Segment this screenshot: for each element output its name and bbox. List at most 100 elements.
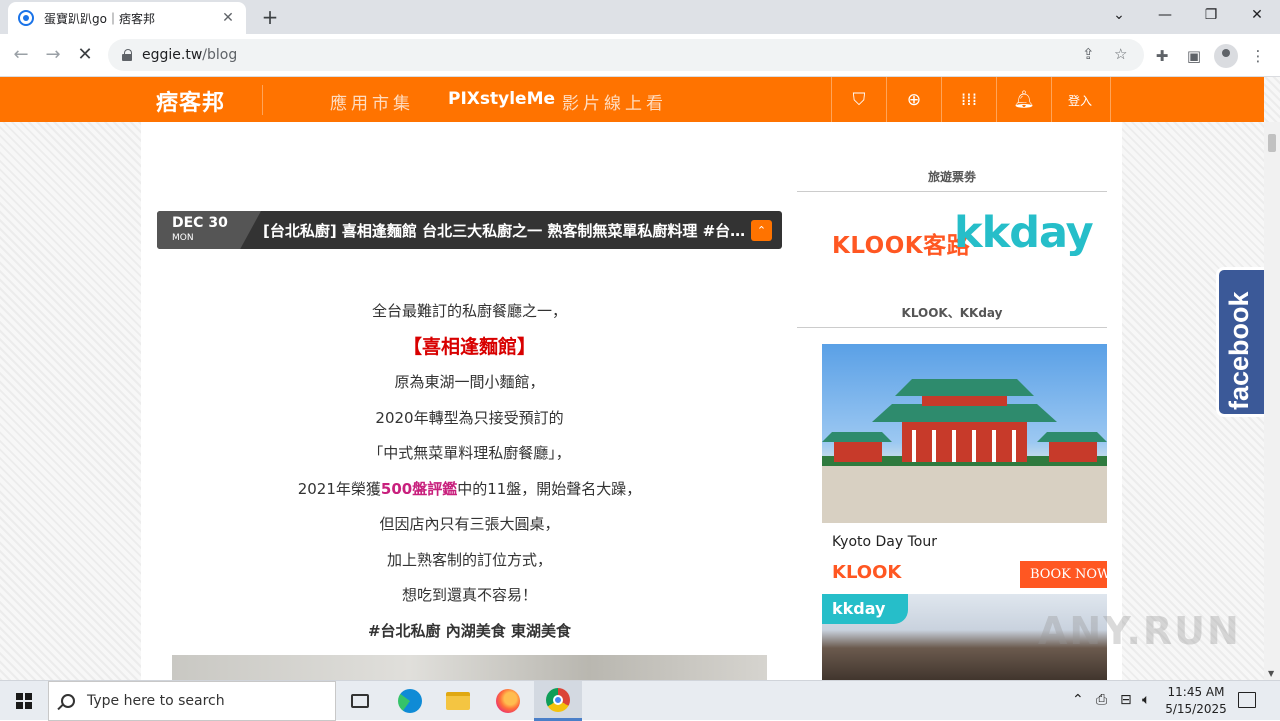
- nav-video[interactable]: 影片線上看: [562, 89, 667, 114]
- clock-time: 11:45 AM: [1167, 685, 1225, 699]
- firefox-icon: [496, 689, 520, 713]
- page-viewport: DEC 30 MON [台北私廚] 喜相逢麵館 台北三大私廚之一 熟客制無菜單私…: [0, 77, 1280, 680]
- article-line: 加上熟客制的訂位方式，: [386, 550, 552, 569]
- zoom-icon: ⊕: [906, 90, 922, 110]
- chrome-menu-icon[interactable]: ⋮: [1248, 46, 1268, 66]
- clock-date: 5/15/2025: [1165, 702, 1227, 716]
- nav-pixstyleme[interactable]: PIXstyleMe: [448, 89, 555, 109]
- login-link[interactable]: 登入: [1068, 92, 1092, 109]
- header-cell-zoom[interactable]: ⊕: [886, 77, 941, 122]
- folder-icon: [446, 692, 470, 710]
- klook-ad-card[interactable]: Kyoto Day Tour KLOOK BOOK NOW: [822, 344, 1107, 594]
- edge-icon: [398, 689, 422, 713]
- book-now-button[interactable]: BOOK NOW: [1020, 561, 1107, 588]
- article-line: 原為東湖一間小麵館，: [394, 373, 545, 391]
- article-line: 2020年轉型為只接受預訂的: [375, 408, 564, 427]
- close-window-button[interactable]: ✕: [1234, 4, 1280, 28]
- chrome-icon: [546, 687, 570, 712]
- article-line: 但因店內只有三張大圓桌，: [379, 515, 560, 533]
- scroll-down-arrow-icon[interactable]: ▼: [1268, 669, 1274, 678]
- award-text-a: 2021年榮獲: [297, 479, 381, 498]
- nav-app-market[interactable]: 應用市集: [330, 89, 414, 114]
- header-cell-notifications[interactable]: 🔔︎: [996, 77, 1051, 122]
- tray-chevron-up-icon[interactable]: ⌃: [1072, 692, 1084, 708]
- scrollbar-thumb[interactable]: [1268, 134, 1276, 152]
- sidebar-section-title: KLOOK、KKday: [901, 306, 1003, 320]
- new-tab-button[interactable]: +: [258, 6, 282, 30]
- taskbar-clock[interactable]: 11:45 AM 5/15/2025: [1165, 684, 1227, 718]
- task-view-button[interactable]: [336, 681, 384, 721]
- article-photo: [172, 655, 767, 680]
- pixnet-logo[interactable]: 痞客邦: [156, 85, 225, 117]
- url-host: eggie.tw: [142, 47, 203, 63]
- restore-button[interactable]: ❐: [1188, 4, 1234, 28]
- browser-toolbar: ← → ✕ eggie.tw/blog ⇪ ☆ ✚ ▣ ⋮: [0, 34, 1280, 77]
- facebook-side-tab[interactable]: facebook: [1216, 267, 1264, 417]
- taskbar-search-box[interactable]: Type here to search: [48, 681, 336, 721]
- header-cell-apps[interactable]: ⁞⁞⁞: [941, 77, 996, 122]
- task-view-icon: [351, 694, 369, 708]
- firefox-taskbar-button[interactable]: [484, 681, 532, 721]
- sidebar-divider: [797, 191, 1107, 192]
- file-explorer-taskbar-button[interactable]: [434, 681, 482, 721]
- article-line: 想吃到還真不容易！: [401, 586, 537, 604]
- article-line-award: 2021年榮獲500盤評鑑中的11盤，開始聲名大躁，: [157, 472, 782, 508]
- windows-taskbar: Type here to search ⌃ ⎙ ⊟ 🔈︎ 11:45 AM 5/…: [0, 680, 1280, 721]
- url-path: /blog: [202, 47, 238, 63]
- facebook-label: facebook: [1224, 291, 1254, 410]
- stop-loading-icon[interactable]: ✕: [72, 42, 98, 68]
- kyoto-temple-photo: [822, 344, 1107, 523]
- bell-icon: 🔔︎: [1013, 90, 1035, 110]
- profile-avatar-icon[interactable]: [1214, 44, 1238, 68]
- search-icon: [61, 694, 75, 708]
- tab-title: 蛋寶趴趴go｜痞客邦: [44, 11, 155, 26]
- back-arrow-icon[interactable]: ←: [8, 42, 34, 68]
- minimize-button[interactable]: —: [1142, 4, 1188, 28]
- pixnet-favicon-icon: [18, 10, 34, 26]
- address-bar[interactable]: eggie.tw/blog ⇪ ☆: [108, 39, 1144, 71]
- header-cell-bookmark[interactable]: ⛉: [831, 77, 886, 122]
- volume-icon[interactable]: 🔈︎: [1142, 692, 1150, 708]
- tray-device-icon[interactable]: ⎙: [1096, 692, 1107, 708]
- lock-icon: [122, 49, 132, 61]
- date-badge: DEC 30 MON: [157, 211, 261, 249]
- kkday-badge: kkday: [822, 594, 908, 624]
- notification-center-icon[interactable]: [1238, 692, 1256, 708]
- side-panel-icon[interactable]: ▣: [1184, 46, 1204, 66]
- forward-arrow-icon[interactable]: →: [40, 42, 66, 68]
- bookmark-icon: ⛉: [852, 90, 866, 110]
- post-date: DEC 30: [172, 215, 228, 231]
- tab-close-icon[interactable]: ✕: [220, 10, 236, 26]
- kkday-logo[interactable]: kkday: [954, 208, 1094, 258]
- article-line: 全台最難訂的私廚餐廳之一，: [371, 302, 567, 320]
- blog-content-panel: DEC 30 MON [台北私廚] 喜相逢麵館 台北三大私廚之一 熟客制無菜單私…: [141, 122, 1122, 680]
- award-text-c: 中的11盤，開始聲名大躁，: [457, 479, 642, 498]
- temple-illustration: [822, 379, 1107, 523]
- search-placeholder: Type here to search: [87, 693, 225, 709]
- restaurant-name-heading: 【喜相逢麵館】: [402, 335, 536, 358]
- page-scrollbar[interactable]: ▼: [1264, 122, 1280, 680]
- klook-logo[interactable]: KLOOK客路: [832, 226, 970, 260]
- edge-taskbar-button[interactable]: [386, 681, 434, 721]
- apps-grid-icon: ⁞⁞⁞: [960, 90, 978, 110]
- article-body: 全台最難訂的私廚餐廳之一， 【喜相逢麵館】 原為東湖一間小麵館， 2020年轉型…: [157, 294, 782, 649]
- start-button[interactable]: [0, 681, 48, 721]
- post-title[interactable]: [台北私廚] 喜相逢麵館 台北三大私廚之一 熟客制無菜單私廚料理 #台北私廚 內…: [263, 220, 749, 241]
- extensions-puzzle-icon[interactable]: ✚: [1152, 46, 1172, 66]
- site-header: 痞客邦 應用市集 PIXstyleMe 影片線上看 ⛉ ⊕ ⁞⁞⁞ 🔔︎ 登入: [0, 77, 1264, 122]
- collapse-up-button[interactable]: ⌃: [751, 220, 772, 241]
- post-weekday: MON: [172, 233, 194, 243]
- browser-tab[interactable]: 蛋寶趴趴go｜痞客邦 ✕: [8, 2, 246, 34]
- klook-brand: KLOOK: [832, 562, 902, 583]
- tab-search-chevron-icon[interactable]: ⌄: [1096, 4, 1142, 28]
- windows-logo-icon: [16, 693, 32, 709]
- article-line: 「中式無菜單料理私廚餐廳」，: [368, 444, 571, 462]
- award-highlight: 500盤評鑑: [380, 479, 458, 498]
- bookmark-star-icon[interactable]: ☆: [1114, 45, 1127, 63]
- chrome-taskbar-button[interactable]: [534, 681, 582, 721]
- sidebar-divider: [797, 327, 1107, 328]
- network-icon[interactable]: ⊟: [1120, 692, 1132, 708]
- browser-tab-strip: 蛋寶趴趴go｜痞客邦 ✕ + ⌄ — ❐ ✕: [0, 0, 1280, 34]
- sidebar-section-title: 旅遊票劵: [927, 170, 976, 184]
- share-icon[interactable]: ⇪: [1082, 45, 1095, 63]
